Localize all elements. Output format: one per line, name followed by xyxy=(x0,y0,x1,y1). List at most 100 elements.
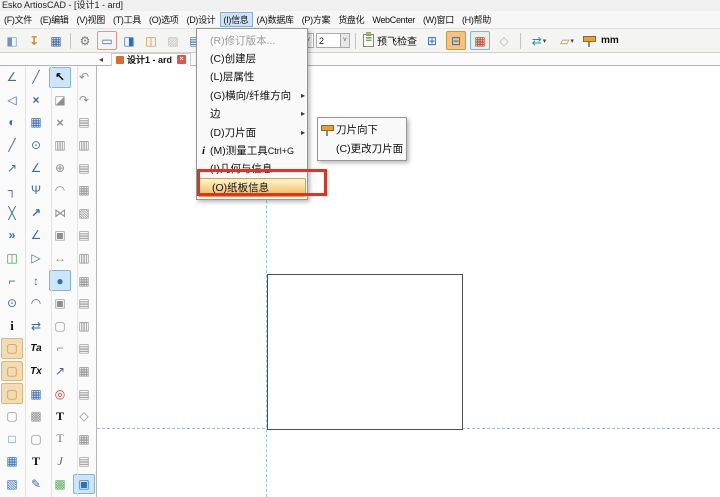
delete-tool-icon[interactable]: × xyxy=(49,112,71,133)
tool-icon[interactable]: ⊕ xyxy=(49,157,71,178)
menubar-item-info[interactable]: (I)信息 xyxy=(220,12,253,27)
menu-item-measure-tool[interactable]: i (M)测量工具 Ctrl+G xyxy=(197,141,307,159)
tool-icon[interactable]: ◪ xyxy=(49,90,71,111)
menubar-item-database[interactable]: (A)数据库 xyxy=(253,12,298,27)
rubber-tool-icon[interactable]: ▢ xyxy=(1,338,23,359)
rubber-tool-icon[interactable]: ▢ xyxy=(1,361,23,382)
tool-icon[interactable]: ◫ xyxy=(1,248,23,269)
dimension-text-icon[interactable]: Ta xyxy=(25,338,47,359)
workspace-icon[interactable]: ▭ xyxy=(97,31,117,50)
tool-icon[interactable]: ╱ xyxy=(1,135,23,156)
tool-icon[interactable]: ▣ xyxy=(49,293,71,314)
fit-view-icon[interactable]: ◇ xyxy=(494,31,514,50)
doc-tool-icon[interactable]: ▢ xyxy=(1,406,23,427)
tool-icon[interactable]: ▷ xyxy=(25,248,47,269)
design-rectangle[interactable] xyxy=(267,274,463,430)
tool-icon[interactable]: □ xyxy=(1,429,23,450)
menubar-item-palletization[interactable]: 货盘化 xyxy=(334,12,368,27)
circle-tool-icon[interactable]: ⊙ xyxy=(25,135,47,156)
select-tool-icon[interactable]: ↖ xyxy=(49,67,71,88)
tool-icon[interactable]: ∠ xyxy=(25,157,47,178)
menubar-item-window[interactable]: (W)窗口 xyxy=(419,12,458,27)
tool-icon[interactable]: ◠ xyxy=(25,293,47,314)
tool-icon[interactable]: ▣ xyxy=(49,225,71,246)
layers-toggle-icon[interactable]: ⊟ xyxy=(446,31,466,50)
tool-icon[interactable]: » xyxy=(1,225,23,246)
rubber-tool-icon[interactable]: ▢ xyxy=(1,383,23,404)
convert-3d-icon[interactable]: ◫ xyxy=(141,31,161,50)
menubar-item-view[interactable]: (V)视图 xyxy=(73,12,110,27)
submenu-item-blade-down[interactable]: 刀片向下 xyxy=(318,120,406,139)
overlays-toggle-icon[interactable]: ▦ xyxy=(470,31,490,50)
tool-icon[interactable]: ◁ xyxy=(1,90,23,111)
tool-icon[interactable]: ▩ xyxy=(25,406,47,427)
tool-icon[interactable]: ⊙ xyxy=(1,293,23,314)
menu-item-side[interactable]: 边 ▸ xyxy=(197,105,307,123)
tool-icon[interactable]: ∠ xyxy=(25,225,47,246)
menubar-item-scheme[interactable]: (P)方案 xyxy=(298,12,335,27)
tool-icon[interactable]: ▢ xyxy=(25,429,47,450)
tool-icon[interactable]: ⌐ xyxy=(49,338,71,359)
fill-tool-icon[interactable]: ▩ xyxy=(49,474,71,495)
doc-half-icon[interactable]: ◧ xyxy=(2,31,22,50)
toolbar-combo-2[interactable]: 2 ˅ xyxy=(316,33,350,48)
angle-tool-icon[interactable]: ∠ xyxy=(1,67,23,88)
tool-icon[interactable]: ▥ xyxy=(49,135,71,156)
inactive-tool-icon[interactable]: ▨ xyxy=(163,31,183,50)
menubar-item-webcenter[interactable]: WebCenter xyxy=(368,14,419,26)
corner-tool-icon[interactable]: ┐ xyxy=(1,180,23,201)
menu-item-layer-properties[interactable]: (L)层属性 xyxy=(197,68,307,86)
tool-icon[interactable]: ↕ xyxy=(25,270,47,291)
submenu-item-change-blade-side[interactable]: (C)更改刀片面 xyxy=(318,139,406,158)
tool-icon[interactable]: × xyxy=(25,90,47,111)
info-tool-icon[interactable]: i xyxy=(1,316,23,337)
menu-item-blade-side[interactable]: (D)刀片面 ▸ xyxy=(197,123,307,141)
tool-icon[interactable]: ╳ xyxy=(1,203,23,224)
hatch-tool-icon[interactable]: ▦ xyxy=(25,383,47,404)
dimension-options-icon[interactable]: ⊞ xyxy=(422,31,442,50)
menubar-item-edit[interactable]: (E)编辑 xyxy=(36,12,73,27)
undo-arrow-icon[interactable]: ⇄ ▾ xyxy=(527,31,551,50)
italic-text-tool-icon[interactable]: J xyxy=(49,451,71,472)
menubar-item-options[interactable]: (O)选项 xyxy=(145,12,183,27)
close-icon[interactable]: × xyxy=(177,55,186,64)
menubar-item-file[interactable]: (F)文件 xyxy=(0,12,36,27)
preflight-button[interactable]: 预飞检查 xyxy=(361,33,419,48)
drawing-canvas[interactable] xyxy=(97,66,720,497)
tool-icon[interactable]: ▧ xyxy=(1,474,23,495)
save-icon[interactable]: ▦ xyxy=(46,31,66,50)
menubar-item-help[interactable]: (H)帮助 xyxy=(458,12,495,27)
solid-3d-icon[interactable]: ◨ xyxy=(119,31,139,50)
text-tool-icon[interactable]: T xyxy=(49,429,71,450)
mirror-tool-icon[interactable]: ⋈ xyxy=(49,203,71,224)
menu-item-grain-direction[interactable]: (G)横向/纤维方向 ▸ xyxy=(197,86,307,104)
blade-down-icon[interactable] xyxy=(582,34,596,47)
menu-item-create-layer[interactable]: (C)创建层 xyxy=(197,49,307,67)
tool-icon[interactable]: Ψ xyxy=(25,180,47,201)
tool-icon[interactable]: ◎ xyxy=(49,383,71,404)
tool-icon[interactable]: ▦ xyxy=(25,112,47,133)
menubar-item-design[interactable]: (D)设计 xyxy=(183,12,220,27)
tool-icon[interactable]: ● xyxy=(49,270,71,291)
arc-tool-icon[interactable]: ◐ xyxy=(1,112,23,133)
tool-icon[interactable]: ▢ xyxy=(49,316,71,337)
tool-icon[interactable]: ↔ xyxy=(49,248,71,269)
tool-icon[interactable]: ↗ xyxy=(1,157,23,178)
line-tool-icon[interactable]: ╱ xyxy=(25,67,47,88)
tool-icon[interactable]: ↗ xyxy=(25,203,47,224)
tool-icon[interactable]: ⇄ xyxy=(25,316,47,337)
import-icon[interactable]: ↧ xyxy=(24,31,44,50)
arrow-tool-icon[interactable]: ↗ xyxy=(49,361,71,382)
view-options-icon[interactable]: ▱ ▾ xyxy=(555,31,579,50)
tool-icon[interactable]: ⌐ xyxy=(1,270,23,291)
menu-item-revision[interactable]: (R)修订版本... xyxy=(197,31,307,49)
rebuild-icon[interactable]: ⚙ xyxy=(75,31,95,50)
tool-icon[interactable]: ▦ xyxy=(1,451,23,472)
text-tool-icon[interactable]: T xyxy=(49,406,71,427)
tab-scroll-left-icon[interactable]: ◂ xyxy=(99,55,103,64)
tool-icon[interactable]: ◠ xyxy=(49,180,71,201)
menubar-item-tools[interactable]: (T)工具 xyxy=(109,12,145,27)
text-tool-icon[interactable]: T xyxy=(25,451,47,472)
document-tab[interactable]: 设计1 - ard × xyxy=(111,53,191,66)
pencil-tool-icon[interactable]: ✎ xyxy=(25,474,47,495)
